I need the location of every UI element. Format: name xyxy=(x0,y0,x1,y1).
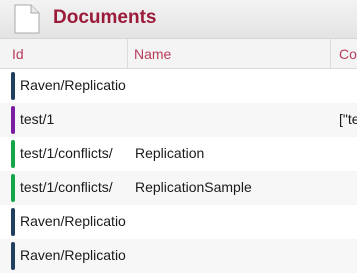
cell-id: Raven/Replicatio xyxy=(20,213,126,229)
column-resize-handle[interactable] xyxy=(330,39,331,68)
table-row[interactable]: Raven/Replicatio xyxy=(0,239,357,273)
column-header-content[interactable]: Co xyxy=(339,46,357,62)
cell-content: ["te xyxy=(339,111,357,127)
cell-id: test/1/conflicts/ xyxy=(20,145,113,161)
table-row[interactable]: Raven/Replicatio xyxy=(0,69,357,103)
table-row[interactable]: Raven/Replicatio xyxy=(0,205,357,239)
column-resize-handle[interactable] xyxy=(127,39,128,68)
column-header-id[interactable]: Id xyxy=(12,46,24,62)
table-row[interactable]: test/1 ["te xyxy=(0,103,357,137)
collection-color-bar xyxy=(11,208,15,236)
cell-name: Replication xyxy=(135,145,205,161)
documents-header: Documents xyxy=(0,0,357,39)
cell-id: test/1/conflicts/ xyxy=(20,179,113,195)
page-title: Documents xyxy=(53,7,157,28)
table-row[interactable]: test/1/conflicts/ Replication xyxy=(0,137,357,171)
column-header-row: Id Name Co xyxy=(0,39,357,69)
collection-color-bar xyxy=(11,106,15,134)
collection-color-bar xyxy=(11,140,15,168)
column-header-name[interactable]: Name xyxy=(134,46,171,62)
cell-id: test/1 xyxy=(20,111,55,127)
collection-color-bar xyxy=(11,242,15,270)
table-row[interactable]: test/1/conflicts/ ReplicationSample xyxy=(0,171,357,205)
cell-id: Raven/Replicatio xyxy=(20,247,126,263)
document-icon xyxy=(14,4,40,39)
collection-color-bar xyxy=(11,72,15,100)
cell-name: ReplicationSample xyxy=(135,179,252,195)
cell-id: Raven/Replicatio xyxy=(20,77,126,93)
collection-color-bar xyxy=(11,174,15,202)
